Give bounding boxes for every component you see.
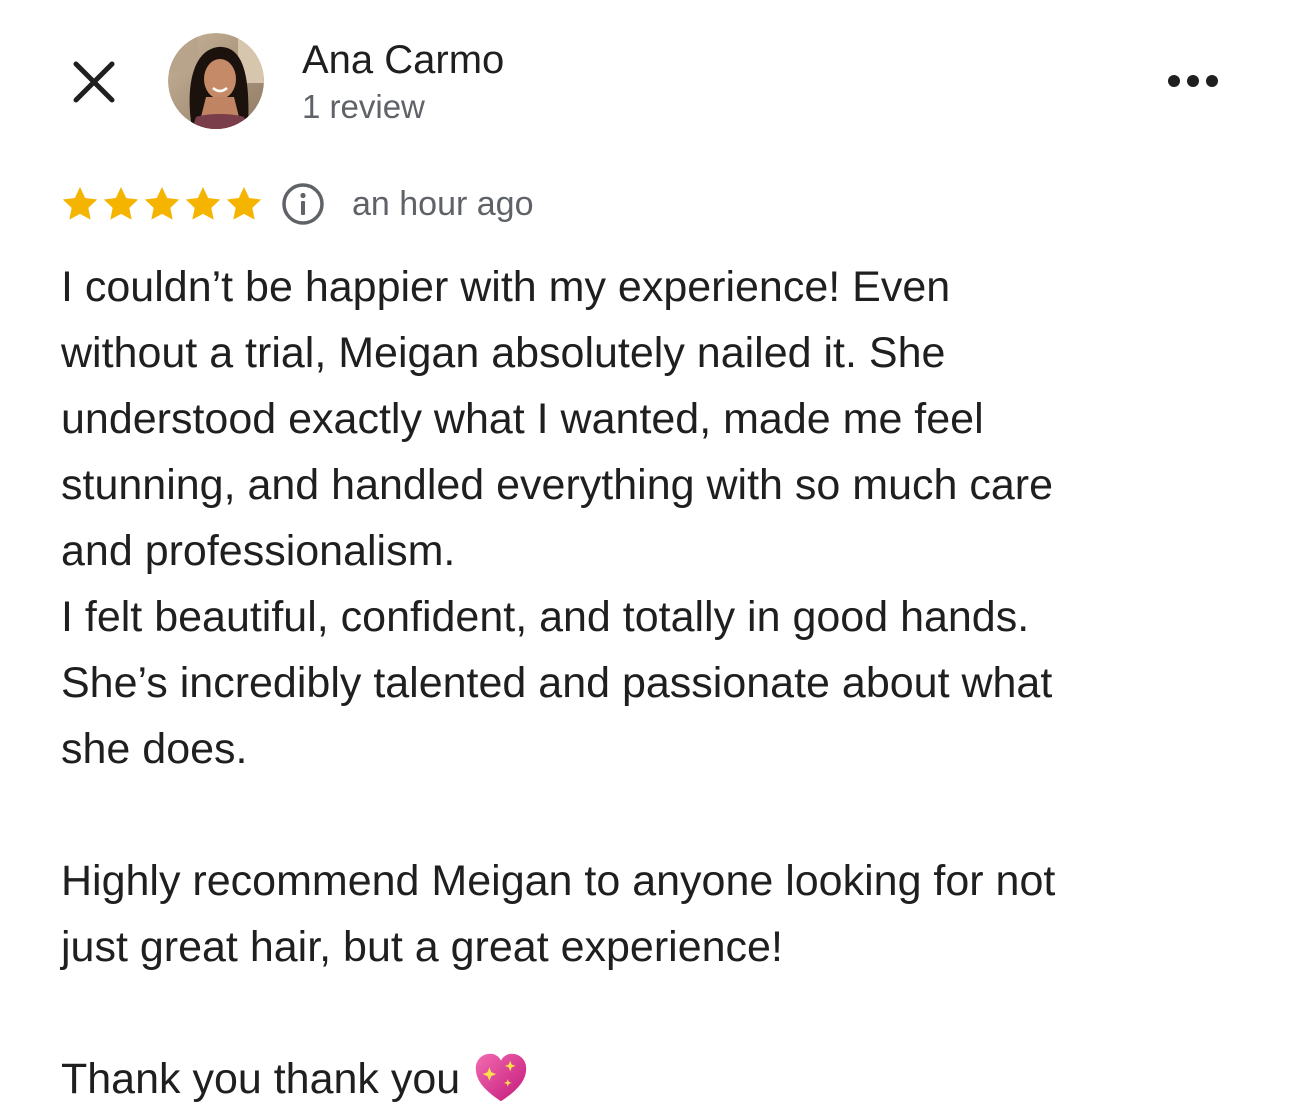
review-line: stunning, and handled everything with so…: [61, 461, 1054, 509]
avatar[interactable]: [168, 33, 264, 129]
review-line: and professionalism.: [61, 527, 456, 575]
avatar-photo: [168, 33, 264, 129]
more-options-button[interactable]: [1160, 56, 1226, 106]
review-line: without a trial, Meigan absolutely naile…: [61, 329, 946, 377]
info-button[interactable]: [280, 181, 326, 227]
review-line: she does.: [61, 725, 248, 773]
more-options-icon: [1168, 75, 1218, 87]
star-icon: [62, 187, 98, 220]
star-icon: [103, 187, 139, 220]
rating-row: an hour ago: [60, 180, 534, 228]
review-line: understood exactly what I wanted, made m…: [61, 395, 984, 443]
reviewer-name[interactable]: Ana Carmo: [302, 36, 504, 84]
star-icon: [185, 187, 221, 220]
review-count: 1 review: [302, 88, 425, 125]
sparkling-heart-icon: [476, 1053, 527, 1101]
review-line: I couldn’t be happier with my experience…: [61, 263, 951, 311]
star-rating: [60, 184, 264, 224]
review-blank-line: [61, 980, 1241, 1046]
review-line: I felt beautiful, confident, and totally…: [61, 593, 1030, 641]
review-timestamp: an hour ago: [352, 185, 534, 223]
star-icon: [144, 187, 180, 220]
info-icon: [282, 183, 324, 225]
review-line: She’s incredibly talented and passionate…: [61, 659, 1053, 707]
review-text: I couldn’t be happier with my experience…: [61, 254, 1241, 1112]
review-line: Thank you thank you: [61, 1046, 1241, 1112]
review-blank-line: [61, 782, 1241, 848]
close-icon: [73, 61, 115, 103]
review-line: Highly recommend Meigan to anyone lookin…: [61, 857, 1056, 905]
review-line: just great hair, but a great experience!: [61, 923, 783, 971]
review-detail-screen: Ana Carmo 1 review an hour ago I couldn’…: [0, 0, 1290, 1117]
star-icon: [226, 187, 262, 220]
close-button[interactable]: [66, 54, 122, 110]
